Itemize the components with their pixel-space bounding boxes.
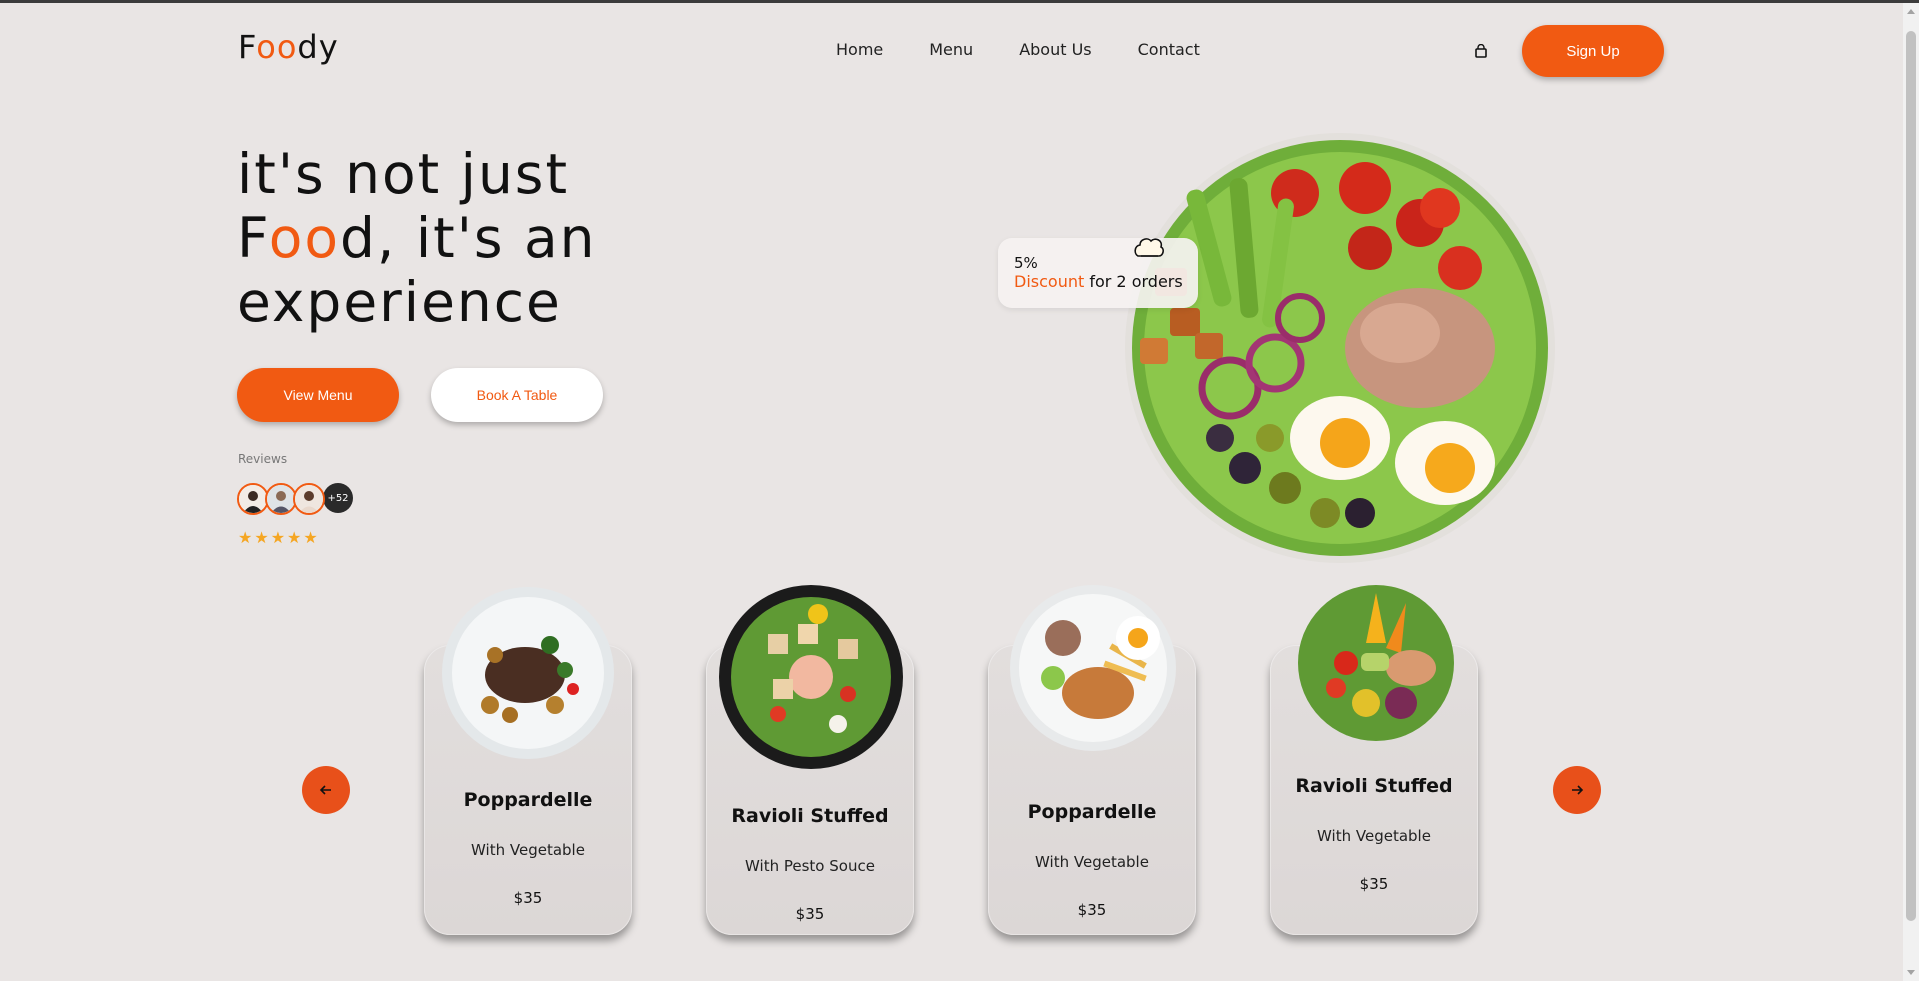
- nav-contact[interactable]: Contact: [1138, 40, 1200, 59]
- cart-icon[interactable]: [1474, 44, 1488, 58]
- sign-up-button[interactable]: Sign Up: [1522, 25, 1664, 77]
- reviewer-avatars: +52: [237, 483, 353, 515]
- logo[interactable]: Foody: [238, 28, 339, 66]
- view-menu-button[interactable]: View Menu: [237, 368, 399, 422]
- menu-card-price: $35: [513, 889, 543, 907]
- logo-text-dy: dy: [297, 28, 339, 66]
- scroll-up-icon[interactable]: [1907, 9, 1915, 14]
- rating-stars: ★ ★ ★ ★ ★: [238, 528, 318, 547]
- menu-card-price: $35: [1077, 901, 1107, 919]
- dish-image: [1010, 585, 1176, 751]
- avatar: [293, 483, 325, 515]
- reviews-label: Reviews: [238, 452, 288, 466]
- menu-card-price: $35: [1359, 875, 1389, 893]
- dish-image: [442, 587, 614, 759]
- menu-card-subtitle: With Pesto Souce: [745, 857, 875, 875]
- carousel-next-button[interactable]: [1553, 766, 1601, 814]
- arrow-left-icon: [319, 785, 331, 795]
- more-reviewers-badge: +52: [323, 483, 353, 513]
- dish-image: [1298, 585, 1454, 741]
- carousel-prev-button[interactable]: [302, 766, 350, 814]
- menu-card-title: Poppardelle: [463, 789, 593, 811]
- hero-line-3: experience: [237, 270, 562, 334]
- menu-card-subtitle: With Vegetable: [1035, 853, 1149, 871]
- hero-line-2c: d, it's an: [340, 206, 597, 270]
- menu-card-title: Ravioli Stuffed: [731, 805, 889, 827]
- star-icon: ★: [254, 528, 269, 547]
- nav-menu[interactable]: Menu: [929, 40, 973, 59]
- star-icon: ★: [238, 528, 253, 547]
- scrollbar-thumb[interactable]: [1906, 31, 1916, 921]
- menu-card-subtitle: With Vegetable: [471, 841, 585, 859]
- discount-percent: 5%: [1014, 254, 1038, 272]
- menu-card-title: Poppardelle: [1027, 801, 1157, 823]
- hero-line-2-accent: oo: [268, 206, 340, 270]
- hero-line-1: it's not just: [237, 142, 570, 206]
- star-icon: ★: [303, 528, 318, 547]
- menu-card-price: $35: [795, 905, 825, 923]
- arrow-right-icon: [1572, 785, 1584, 795]
- star-icon: ★: [270, 528, 286, 547]
- discount-badge: 5% Discount for 2 orders: [998, 238, 1198, 308]
- browser-top-border: [0, 0, 1919, 3]
- discount-word: Discount: [1014, 272, 1085, 291]
- main-nav: Home Menu About Us Contact: [836, 40, 1246, 59]
- dish-image: [719, 585, 903, 769]
- hero-line-2a: F: [237, 206, 269, 270]
- discount-rest: for 2 orders: [1089, 272, 1183, 291]
- discount-text: Discount for 2 orders: [1014, 272, 1183, 291]
- chef-icon: [1134, 238, 1164, 257]
- hero-title: it's not just Food, it's an experience: [237, 142, 597, 334]
- star-icon: ★: [287, 528, 302, 547]
- scroll-down-icon[interactable]: [1907, 970, 1915, 975]
- nav-about-us[interactable]: About Us: [1019, 40, 1091, 59]
- nav-home[interactable]: Home: [836, 40, 883, 59]
- hero-salad-image: [1125, 133, 1555, 563]
- page-scrollbar[interactable]: [1903, 3, 1919, 981]
- logo-text-f: F: [238, 28, 257, 66]
- menu-card-subtitle: With Vegetable: [1317, 827, 1431, 845]
- menu-card-title: Ravioli Stuffed: [1295, 775, 1453, 797]
- logo-text-oo: oo: [256, 28, 298, 66]
- book-table-button[interactable]: Book A Table: [431, 368, 603, 422]
